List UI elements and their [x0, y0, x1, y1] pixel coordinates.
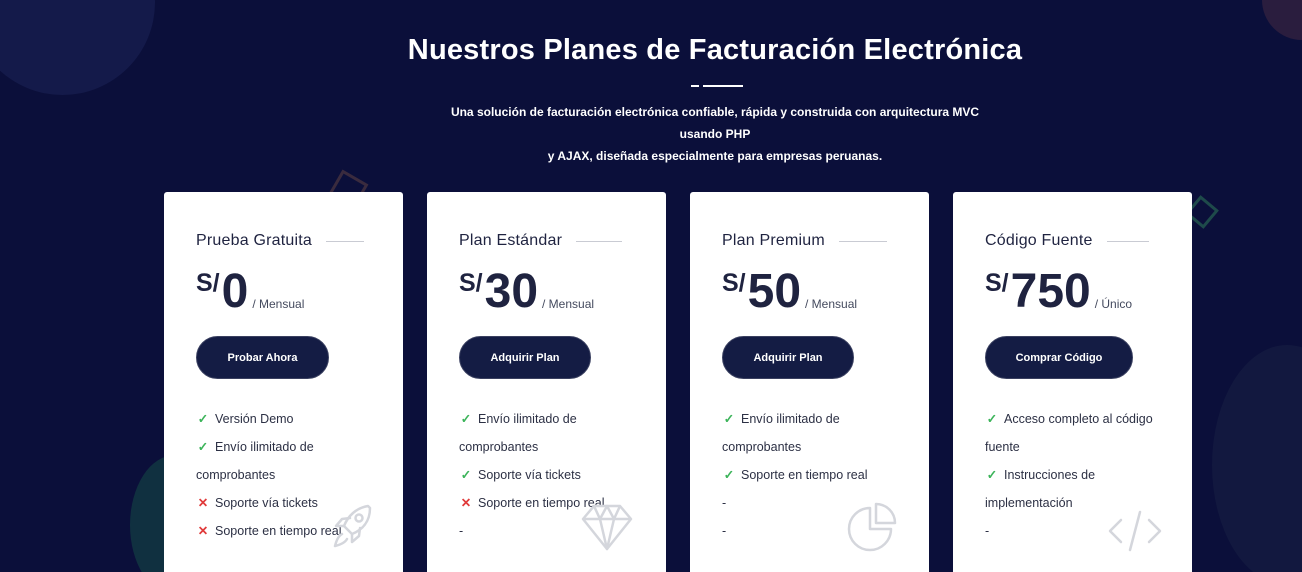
feature-text: Envío ilimitado de comprobantes — [722, 412, 840, 454]
price-period: / Mensual — [252, 297, 305, 311]
plan-card-premium: Plan Premium S/ 50 / Mensual Adquirir Pl… — [690, 192, 929, 572]
feature-text: - — [722, 496, 727, 510]
price-amount: 0 — [221, 265, 249, 318]
cross-icon: ✕ — [460, 496, 472, 510]
feature-text: Soporte en tiempo real — [741, 468, 868, 482]
feature-item: ✓ Envío ilimitado de comprobantes — [196, 433, 346, 489]
feature-text: Acceso completo al código fuente — [985, 412, 1153, 454]
subtitle-line-2: y AJAX, diseñada especialmente para empr… — [547, 149, 883, 163]
page-subtitle: Una solución de facturación electrónica … — [430, 101, 1000, 167]
plan-price: S/ 0 / Mensual — [196, 267, 304, 317]
feature-item: ✕ Soporte vía tickets — [196, 489, 346, 517]
price-period: / Mensual — [542, 297, 595, 311]
plan-name-divider — [576, 240, 623, 242]
cross-icon: ✕ — [197, 496, 209, 510]
plan-header: Plan Premium — [722, 232, 887, 250]
plan-name: Plan Premium — [722, 232, 825, 249]
plan-price: S/ 50 / Mensual — [722, 267, 857, 317]
price-amount: 30 — [484, 265, 539, 318]
feature-text: Envío ilimitado de comprobantes — [459, 412, 577, 454]
feature-item: ✓ Acceso completo al código fuente — [985, 405, 1170, 461]
feature-text: - — [985, 524, 990, 538]
feature-item: ✓ Envío ilimitado de comprobantes — [459, 405, 599, 461]
feature-text: - — [459, 524, 464, 538]
plan-header: Prueba Gratuita — [196, 232, 364, 250]
price-currency: S/ — [985, 269, 1009, 297]
feature-text: Soporte vía tickets — [478, 468, 581, 482]
feature-text: Instrucciones de implementación — [985, 468, 1096, 510]
price-currency: S/ — [722, 269, 746, 297]
plan-card-prueba-gratuita: Prueba Gratuita S/ 0 / Mensual Probar Ah… — [164, 192, 403, 572]
plan-name-divider — [1106, 240, 1149, 242]
plan-card-codigo-fuente: Código Fuente S/ 750 / Único Comprar Cód… — [953, 192, 1192, 572]
decorative-circle-right — [1212, 345, 1302, 572]
feature-list: ✓ Envío ilimitado de comprobantes ✓ Soport… — [722, 405, 868, 545]
check-icon: ✓ — [986, 412, 998, 426]
feature-list: ✓ Envío ilimitado de comprobantes ✓ Soport… — [459, 405, 605, 545]
plan-header: Código Fuente — [985, 232, 1149, 250]
feature-list: ✓ Versión Demo ✓ Envío ilimitado de compro… — [196, 405, 346, 545]
diamond-icon — [581, 504, 633, 551]
adquirir-plan-button[interactable]: Adquirir Plan — [459, 336, 591, 379]
title-divider — [691, 85, 743, 87]
price-currency: S/ — [196, 269, 220, 297]
comprar-codigo-button[interactable]: Comprar Código — [985, 336, 1133, 379]
feature-text: - — [722, 524, 727, 538]
plan-name: Plan Estándar — [459, 232, 563, 249]
subtitle-line-1: Una solución de facturación electrónica … — [450, 105, 980, 141]
feature-item: - — [722, 489, 862, 517]
price-period: / Mensual — [805, 297, 858, 311]
rocket-icon — [333, 504, 372, 548]
cross-icon: ✕ — [197, 524, 209, 538]
plan-price: S/ 750 / Único — [985, 267, 1132, 317]
feature-item: ✕ Soporte en tiempo real — [459, 489, 605, 517]
feature-item: ✓ Instrucciones de implementación — [985, 461, 1120, 517]
check-icon: ✓ — [197, 440, 209, 454]
feature-item: ✓ Envío ilimitado de comprobantes — [722, 405, 862, 461]
feature-item: - — [459, 517, 599, 545]
check-icon: ✓ — [986, 468, 998, 482]
check-icon: ✓ — [723, 412, 735, 426]
feature-item: ✓ Soporte en tiempo real — [722, 461, 868, 489]
feature-item: ✕ Soporte en tiempo real — [196, 517, 346, 545]
check-icon: ✓ — [460, 468, 472, 482]
pie-chart-icon — [847, 502, 897, 552]
plan-name: Código Fuente — [985, 232, 1093, 249]
probar-ahora-button[interactable]: Probar Ahora — [196, 336, 329, 379]
adquirir-plan-button[interactable]: Adquirir Plan — [722, 336, 854, 379]
check-icon: ✓ — [723, 468, 735, 482]
page-title: Nuestros Planes de Facturación Electróni… — [407, 34, 1023, 66]
feature-text: Soporte en tiempo real — [215, 524, 342, 538]
feature-text: Envío ilimitado de comprobantes — [196, 440, 314, 482]
feature-item: - — [722, 517, 862, 545]
feature-text: Soporte vía tickets — [215, 496, 318, 510]
feature-item: ✓ Versión Demo — [196, 405, 346, 433]
price-amount: 750 — [1010, 265, 1091, 318]
plan-name-divider — [838, 240, 887, 242]
check-icon: ✓ — [197, 412, 209, 426]
price-currency: S/ — [459, 269, 483, 297]
feature-text: Versión Demo — [215, 412, 294, 426]
plan-name-divider — [325, 240, 364, 242]
plan-price: S/ 30 / Mensual — [459, 267, 594, 317]
code-icon — [1108, 510, 1162, 552]
check-icon: ✓ — [460, 412, 472, 426]
plan-name: Prueba Gratuita — [196, 232, 312, 249]
plan-header: Plan Estándar — [459, 232, 623, 250]
price-period: / Único — [1094, 297, 1133, 311]
price-amount: 50 — [747, 265, 802, 318]
plan-card-estandar: Plan Estándar S/ 30 / Mensual Adquirir P… — [427, 192, 666, 572]
feature-item: ✓ Soporte vía tickets — [459, 461, 599, 489]
